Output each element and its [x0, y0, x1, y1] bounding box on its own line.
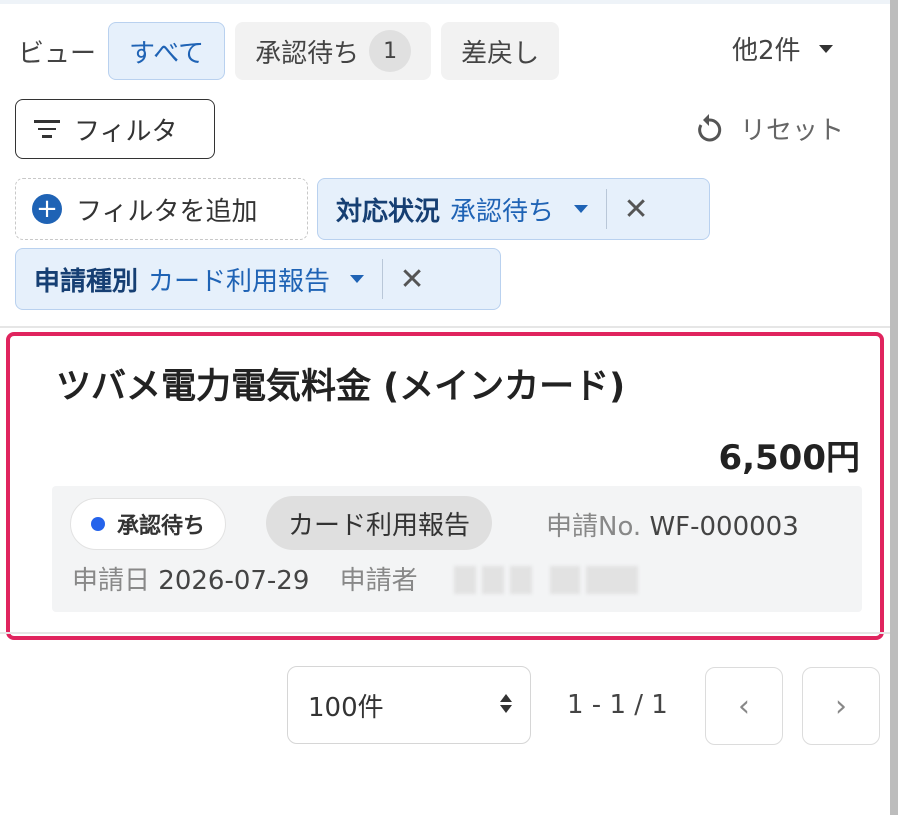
- view-tab-all-label: すべて: [129, 38, 205, 69]
- chevron-down-icon: [818, 44, 833, 53]
- applicant-label: 申請者: [339, 566, 418, 596]
- view-tab-returned-label: 差戻し: [461, 38, 540, 69]
- status-dot-icon: [91, 517, 105, 531]
- type-badge: カード利用報告: [266, 496, 493, 550]
- chevron-left-icon: ‹: [738, 688, 750, 724]
- filter-button[interactable]: フィルタ: [15, 99, 215, 159]
- filter-icon: [34, 120, 60, 138]
- view-tab-pending[interactable]: 承認待ち 1: [235, 22, 432, 80]
- application-meta: 承認待ち カード利用報告 申請No. WF-000003 申請日 2026-07…: [52, 486, 862, 612]
- status-label: 承認待ち: [117, 514, 206, 539]
- prev-page-button[interactable]: ‹: [705, 667, 783, 745]
- select-arrows-icon: [500, 694, 512, 713]
- filter-button-label: フィルタ: [74, 116, 178, 147]
- filter-chip-status[interactable]: 対応状況 承認待ち ✕: [317, 178, 710, 240]
- filter-chip-key: 対応状況: [336, 196, 441, 227]
- add-filter-label: フィルタを追加: [76, 196, 258, 227]
- top-border: [0, 0, 890, 4]
- filter-chip-type[interactable]: 申請種別 カード利用報告 ✕: [15, 248, 501, 310]
- scrollbar[interactable]: [890, 0, 898, 815]
- chevron-right-icon: ›: [835, 688, 847, 724]
- divider: [0, 632, 890, 634]
- applicant-name-redacted: [454, 566, 644, 596]
- reset-label: リセット: [740, 115, 845, 146]
- application-amount: 6,500円: [718, 438, 860, 478]
- view-tab-all[interactable]: すべて: [108, 22, 226, 80]
- per-page-value: 100件: [308, 692, 384, 723]
- plus-circle-icon: +: [32, 194, 62, 224]
- more-views-dropdown[interactable]: 他2件: [732, 30, 833, 67]
- reset-button[interactable]: リセット: [694, 108, 844, 148]
- application-date-value: 2026-07-29: [158, 566, 310, 596]
- view-tab-returned[interactable]: 差戻し: [441, 22, 560, 80]
- application-card[interactable]: ツバメ電力電気料金 (メインカード) 6,500円 承認待ち カード利用報告 申…: [6, 332, 884, 640]
- chevron-down-icon[interactable]: [350, 275, 365, 283]
- application-number-value: WF-000003: [649, 512, 799, 542]
- add-filter-button[interactable]: + フィルタを追加: [15, 178, 308, 240]
- filter-chip-value: カード利用報告: [148, 266, 331, 297]
- pending-count-badge: 1: [369, 30, 412, 72]
- view-label: ビュー: [18, 38, 97, 69]
- filter-chip-value: 承認待ち: [450, 196, 555, 227]
- close-icon[interactable]: ✕: [383, 262, 441, 297]
- close-icon[interactable]: ✕: [607, 192, 665, 227]
- more-views-label: 他2件: [732, 36, 801, 66]
- filter-chip-key: 申請種別: [34, 266, 139, 297]
- chevron-down-icon[interactable]: [574, 205, 589, 213]
- application-title: ツバメ電力電気料金 (メインカード): [56, 367, 626, 407]
- page-range: 1 - 1 / 1: [567, 690, 668, 720]
- application-date-label: 申請日: [72, 566, 151, 596]
- view-bar: ビュー すべて 承認待ち 1 差戻し: [18, 20, 569, 82]
- application-date-row: 申請日 2026-07-29 申請者: [72, 560, 418, 597]
- per-page-select[interactable]: 100件: [287, 666, 531, 744]
- view-tab-pending-label: 承認待ち: [255, 38, 360, 69]
- reset-icon: [698, 114, 722, 142]
- status-badge: 承認待ち: [70, 498, 227, 550]
- divider: [0, 326, 890, 328]
- next-page-button[interactable]: ›: [802, 667, 880, 745]
- application-number-label: 申請No.: [546, 512, 642, 542]
- application-number: 申請No. WF-000003: [546, 506, 799, 543]
